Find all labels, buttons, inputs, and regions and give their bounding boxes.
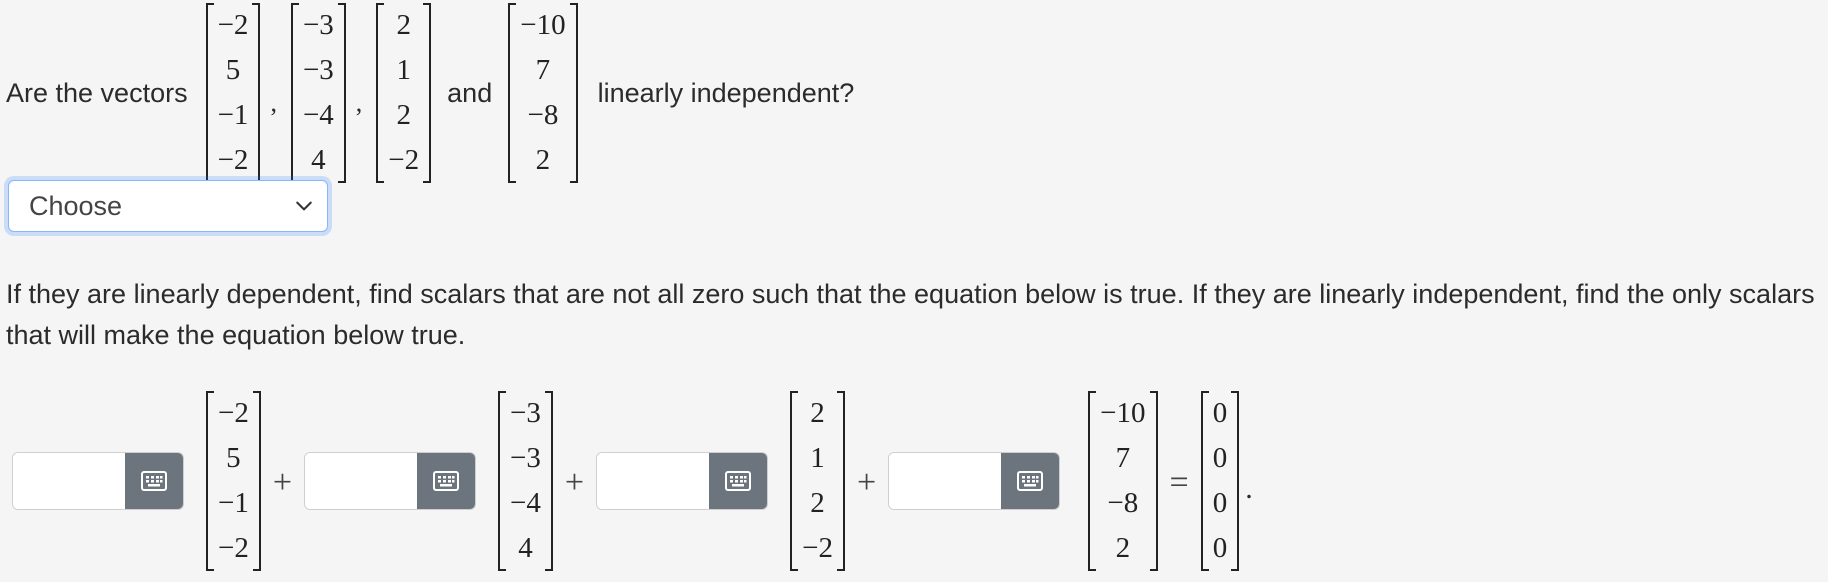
equation-vector-2: −3 −3 −4 4 (498, 391, 553, 571)
question-row: Are the vectors −2 5 −1 −2 , −3 −3 −4 4 … (6, 3, 855, 183)
keyboard-icon (725, 471, 752, 491)
zero-vector-entry: 0 (1212, 397, 1228, 429)
keyboard-button[interactable] (125, 453, 183, 509)
vector-2-entry: −4 (302, 99, 334, 131)
question-prefix: Are the vectors (6, 77, 188, 108)
vector-2-entry: 4 (518, 532, 533, 564)
keyboard-button[interactable] (417, 453, 476, 509)
vector-2-entry: −3 (302, 54, 334, 86)
vector-4-entry: 2 (1115, 532, 1131, 564)
zero-vector: 0 0 0 0 (1200, 391, 1240, 571)
vector-1-entry: −1 (217, 99, 249, 131)
equation-row: −2 5 −1 −2 + −3 −3 −4 4 + 2 1 2 −2 + −10… (12, 391, 1253, 571)
vector-2: −3 −3 −4 4 (290, 3, 346, 183)
vector-3-entry: 2 (396, 99, 411, 131)
scalar-field-4[interactable] (889, 453, 1002, 509)
keyboard-button[interactable] (1001, 453, 1060, 509)
question-suffix: linearly independent? (597, 77, 855, 108)
vector-3-entry: 2 (396, 9, 411, 41)
zero-vector-entry: 0 (1212, 532, 1228, 564)
vector-4-entry: −8 (527, 99, 559, 131)
vector-2-entry: 4 (311, 144, 326, 176)
vector-3-entry: 1 (396, 54, 411, 86)
vector-3-entry: 2 (810, 487, 825, 519)
vector-1-entry: −2 (217, 9, 249, 41)
plus-sign: + (856, 464, 877, 501)
vector-1-entry: 5 (226, 442, 241, 474)
vector-1: −2 5 −1 −2 (205, 3, 261, 183)
vector-4-entry: 2 (535, 144, 551, 176)
vector-4-entry: 7 (535, 54, 551, 86)
scalar-field-3[interactable] (597, 453, 710, 509)
keyboard-icon (433, 471, 460, 491)
independence-select[interactable]: Choose (8, 180, 328, 232)
equation-vector-3: 2 1 2 −2 (790, 391, 845, 571)
zero-vector-entry: 0 (1212, 487, 1228, 519)
vector-4-entry: −8 (1107, 487, 1139, 519)
keyboard-button[interactable] (709, 453, 768, 509)
keyboard-icon (1017, 471, 1044, 491)
equation-vector-1: −2 5 −1 −2 (206, 391, 261, 571)
zero-vector-entry: 0 (1212, 442, 1228, 474)
vector-4-entry: −10 (1100, 397, 1146, 429)
vector-2-entry: −3 (302, 9, 334, 41)
vector-1-entry: −2 (218, 532, 249, 564)
vector-2-entry: −3 (510, 397, 541, 429)
plus-sign: + (564, 464, 585, 501)
comma-separator: , (270, 88, 277, 117)
scalar-field-2[interactable] (305, 453, 418, 509)
independence-select-value: Choose (29, 190, 123, 221)
vector-2-entry: −4 (510, 487, 541, 519)
vector-1-entry: −2 (217, 144, 249, 176)
keyboard-icon (141, 471, 167, 491)
vector-1-entry: −1 (218, 487, 249, 519)
vector-3: 2 1 2 −2 (376, 3, 432, 183)
vector-1-entry: 5 (225, 54, 241, 86)
vector-4: −10 7 −8 2 (508, 3, 578, 183)
plus-sign: + (272, 464, 293, 501)
scalar-field-1[interactable] (13, 453, 125, 509)
vector-3-entry: −2 (802, 532, 833, 564)
equals-sign: = (1169, 464, 1189, 501)
equation-vector-4: −10 7 −8 2 (1088, 391, 1158, 571)
vector-3-entry: 2 (810, 397, 825, 429)
vector-4-entry: 7 (1115, 442, 1131, 474)
chevron-down-icon (296, 201, 312, 211)
scalar-input-4 (888, 452, 1061, 510)
equation-period: . (1245, 472, 1253, 505)
comma-separator: , (355, 88, 363, 117)
scalar-input-2 (304, 452, 477, 510)
vector-1-entry: −2 (218, 397, 249, 429)
vector-3-entry: −2 (388, 144, 420, 176)
and-label: and (447, 77, 493, 108)
vector-3-entry: 1 (810, 442, 825, 474)
vector-4-entry: −10 (520, 9, 566, 41)
scalar-input-3 (596, 452, 769, 510)
scalar-input-1 (12, 452, 184, 510)
vector-2-entry: −3 (510, 442, 541, 474)
instructions-text: If they are linearly dependent, find sca… (6, 279, 1815, 350)
